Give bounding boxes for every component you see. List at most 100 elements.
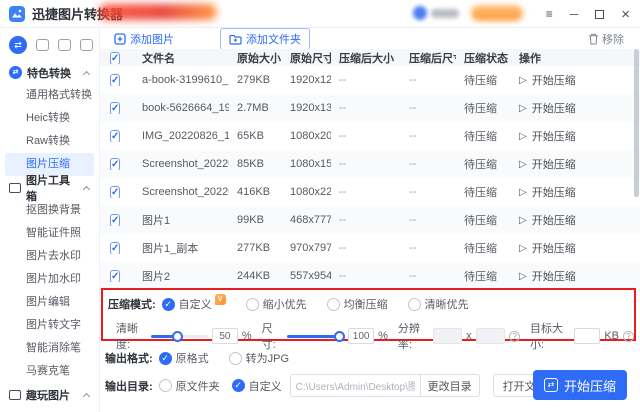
orig-size: 279KB (229, 74, 282, 86)
size-slider[interactable] (287, 335, 344, 338)
row-start-compress-button[interactable]: ▷开始压缩 (511, 184, 640, 200)
row-checkbox[interactable]: ✓ (110, 242, 120, 254)
after-dims: -- (401, 158, 456, 170)
action-label: 开始压缩 (532, 156, 576, 172)
after-dims: -- (401, 74, 456, 86)
change-directory-button[interactable]: 更改目录 (420, 374, 480, 397)
row-checkbox[interactable]: ✓ (110, 74, 120, 86)
mode-custom[interactable]: ✓ 自定义 V (162, 296, 226, 312)
row-checkbox[interactable]: ✓ (110, 270, 120, 282)
resolution-width-input[interactable] (433, 328, 462, 344)
close-icon[interactable]: × (621, 7, 630, 22)
play-icon: ▷ (519, 103, 527, 114)
after-dims: -- (401, 270, 456, 282)
after-dims: -- (401, 186, 456, 198)
dir-original-folder[interactable]: 原文件夹 (159, 378, 220, 394)
sidebar-item-raw[interactable]: Raw转换 (0, 130, 99, 153)
slider-knob[interactable] (334, 331, 345, 342)
table-scrollbar[interactable] (634, 49, 639, 197)
table-row: ✓ Screenshot_20220830_1... 85KB 1080x156… (100, 150, 640, 178)
row-start-compress-button[interactable]: ▷开始压缩 (511, 240, 640, 256)
row-checkbox[interactable]: ✓ (110, 186, 120, 198)
resolution-height-input[interactable] (476, 328, 505, 344)
sidebar-item-image-edit[interactable]: 图片编辑 (0, 291, 99, 314)
vip-badge-icon: V (215, 294, 226, 305)
sidebar-item-mosaic-pen[interactable]: 马赛克笔 (0, 360, 99, 383)
row-start-compress-button[interactable]: ▷开始压缩 (511, 212, 640, 228)
size-value-input[interactable] (348, 328, 374, 344)
row-start-compress-button[interactable]: ▷开始压缩 (511, 72, 640, 88)
select-all-checkbox[interactable]: ✓ (110, 52, 120, 64)
row-start-compress-button[interactable]: ▷开始压缩 (511, 128, 640, 144)
add-folder-button[interactable]: 添加文件夹 (220, 28, 310, 50)
mode-balanced[interactable]: 均衡压缩 (327, 296, 388, 312)
after-size: -- (331, 186, 401, 198)
orig-size: 2.7MB (229, 102, 282, 114)
row-checkbox[interactable]: ✓ (110, 130, 120, 142)
table-row: ✓ IMG_20220826_170803 65KB 1080x2005 -- … (100, 122, 640, 150)
start-compress-button[interactable]: ⇄ 开始压缩 (533, 370, 627, 400)
sidebar-item-add-watermark[interactable]: 图片加水印 (0, 268, 99, 291)
compression-settings-panel: 压缩模式: ✓ 自定义 V 缩小优先 均衡压缩 清晰优先 清晰度: (101, 288, 636, 341)
orig-size: 416KB (229, 186, 282, 198)
row-checkbox[interactable]: ✓ (110, 158, 120, 170)
maximize-icon[interactable] (595, 10, 604, 19)
row-start-compress-button[interactable]: ▷开始压缩 (511, 268, 640, 284)
output-path-input[interactable] (290, 374, 420, 397)
sidebar-item-general-format[interactable]: 通用格式转换 (0, 84, 99, 107)
mode-shrink-first[interactable]: 缩小优先 (246, 296, 307, 312)
mode-clarity-first[interactable]: 清晰优先 (408, 296, 469, 312)
format-original[interactable]: ✓ 原格式 (159, 350, 209, 366)
radio-checked-icon: ✓ (159, 352, 172, 365)
orig-dims: 1080x2269 (282, 186, 331, 198)
user-avatar[interactable] (413, 6, 427, 20)
section-fun-images[interactable]: 趣玩图片 (0, 383, 99, 406)
sidebar-item-image-to-text[interactable]: 图片转文字 (0, 314, 99, 337)
row-checkbox[interactable]: ✓ (110, 102, 120, 114)
toolbox-tab-icon[interactable] (36, 39, 49, 51)
radio-icon (229, 352, 242, 365)
target-size-unit: KB (604, 330, 619, 342)
after-size: -- (331, 214, 401, 226)
dir-custom[interactable]: ✓ 自定义 (232, 378, 282, 394)
sidebar-item-smart-eraser[interactable]: 智能消除笔 (0, 337, 99, 360)
format-to-jpg[interactable]: 转为JPG (229, 350, 289, 366)
trash-icon (588, 33, 599, 45)
sidebar-item-remove-watermark[interactable]: 图片去水印 (0, 245, 99, 268)
chevron-up-icon (83, 186, 90, 193)
remove-button[interactable]: 移除 (588, 31, 624, 47)
target-size-input[interactable] (574, 328, 600, 344)
sidebar-item-id-photo[interactable]: 智能证件照 (0, 222, 99, 245)
resolution-help-icon[interactable]: ? (509, 331, 520, 342)
redacted-promo-banner (99, 4, 217, 20)
clarity-slider[interactable] (151, 335, 208, 338)
play-icon: ▷ (519, 215, 527, 226)
gallery-tab-icon[interactable] (58, 39, 71, 51)
menu-icon[interactable]: ≡ (546, 8, 553, 20)
image-plus-icon (114, 33, 126, 45)
add-image-button[interactable]: 添加图片 (114, 31, 174, 47)
action-label: 开始压缩 (532, 72, 576, 88)
sidebar-item-cutout[interactable]: 抠图换背景 (0, 199, 99, 222)
row-start-compress-button[interactable]: ▷开始压缩 (511, 156, 640, 172)
row-checkbox[interactable]: ✓ (110, 214, 120, 226)
section-image-toolbox[interactable]: 图片工具箱 (0, 176, 99, 199)
target-size-help-icon[interactable]: ? (623, 331, 634, 342)
sidebar-item-heic[interactable]: Heic转换 (0, 107, 99, 130)
convert-tab-icon[interactable]: ⇄ (9, 36, 27, 54)
slider-knob[interactable] (172, 331, 183, 342)
status: 待压缩 (456, 212, 511, 228)
vip-upgrade-button-redacted[interactable] (471, 5, 523, 21)
clarity-unit: % (242, 330, 252, 342)
compression-mode-row: 压缩模式: ✓ 自定义 V 缩小优先 均衡压缩 清晰优先 (103, 290, 634, 312)
file-table: ✓ a-book-3199610_1920 279KB 1920x1281 --… (100, 66, 640, 288)
section-featured-convert[interactable]: ⇄ 特色转换 (0, 61, 99, 84)
orig-size: 99KB (229, 214, 282, 226)
copy-tab-icon[interactable] (80, 39, 93, 51)
row-start-compress-button[interactable]: ▷开始压缩 (511, 100, 640, 116)
output-directory-row: 输出目录: 原文件夹 ✓ 自定义 更改目录 打开文件夹 (105, 374, 568, 397)
clarity-value-input[interactable] (212, 328, 238, 344)
output-format-label: 输出格式: (105, 350, 153, 366)
radio-checked-icon: ✓ (162, 298, 175, 311)
minimize-icon[interactable]: ─ (570, 8, 579, 20)
